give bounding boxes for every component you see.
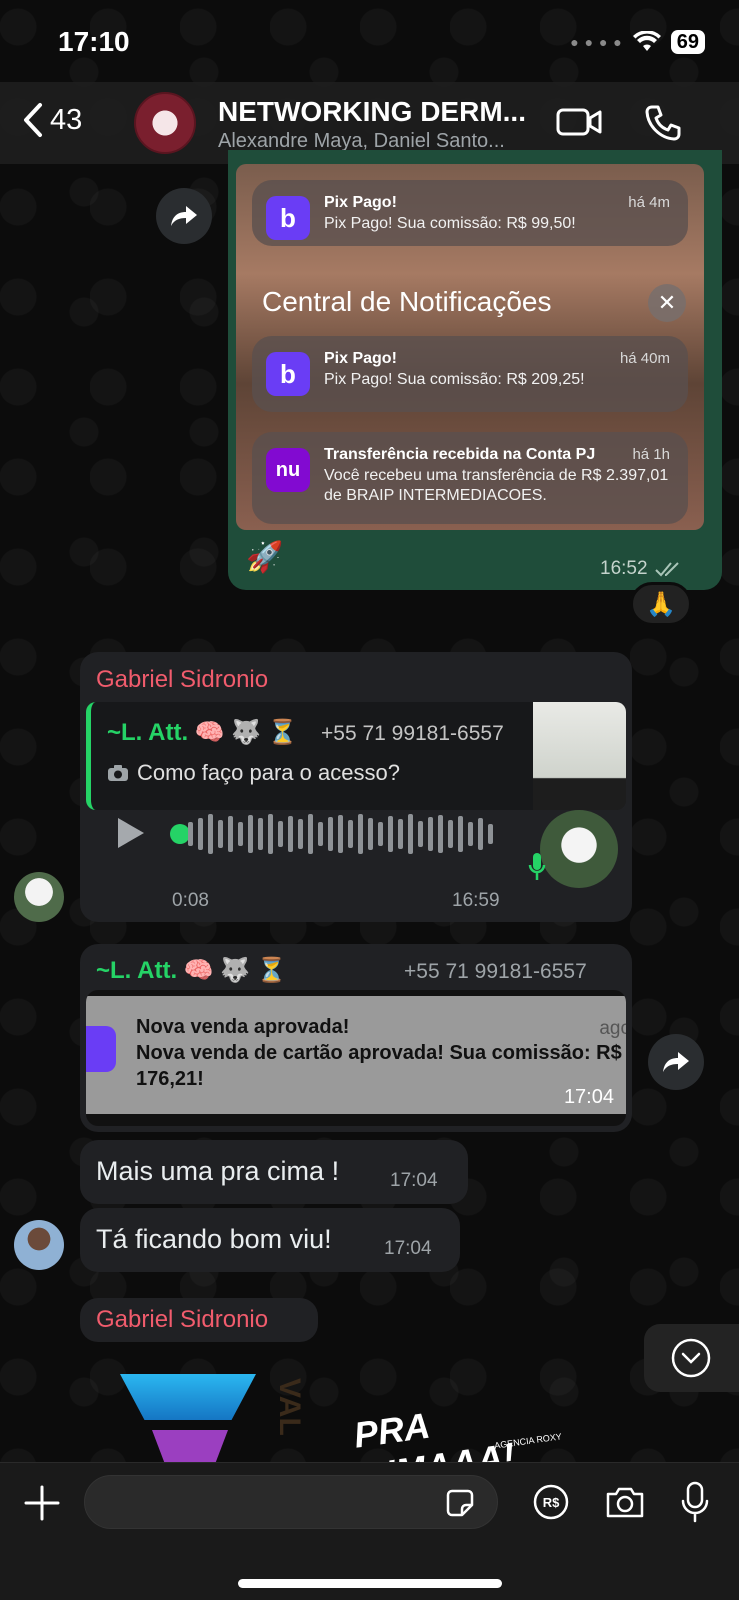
- message-input[interactable]: [84, 1475, 498, 1529]
- notification-title: Transferência recebida na Conta PJ: [324, 446, 596, 463]
- chevron-down-circle-icon: [671, 1338, 711, 1378]
- notification-body: Pix Pago! Sua comissão: R$ 99,50!: [324, 215, 576, 232]
- incoming-text-message[interactable]: Mais uma pra cima ! 17:04: [80, 1140, 468, 1204]
- sale-body: Nova venda de cartão aprovada! Sua comis…: [136, 1042, 622, 1090]
- play-icon[interactable]: [114, 816, 146, 850]
- notification-time: há 40m: [619, 350, 670, 367]
- notification-title: Pix Pago!: [324, 350, 397, 367]
- sender-label-bubble[interactable]: Gabriel Sidronio: [80, 1298, 318, 1342]
- funnel-graphic: [120, 1374, 256, 1420]
- audio-scrubber[interactable]: [170, 824, 190, 844]
- message-text: Mais uma pra cima !: [96, 1156, 340, 1186]
- status-icons: ● ● ● ● 69: [570, 30, 705, 54]
- braip-app-icon: b: [266, 352, 310, 396]
- message-time: 16:59: [452, 890, 500, 911]
- braip-app-icon: b: [266, 196, 310, 240]
- chevron-left-icon: [24, 103, 42, 137]
- camera-icon: [108, 765, 128, 781]
- share-arrow-icon: [171, 206, 197, 226]
- sale-ago: agc: [599, 1018, 626, 1039]
- unread-count: 43: [50, 103, 83, 136]
- incoming-audio-message[interactable]: Gabriel Sidronio ~L. Att. 🧠 🐺 ⏳ +55 71 9…: [80, 652, 632, 922]
- message-time: 17:04: [384, 1238, 432, 1259]
- microphone-icon: [528, 853, 546, 880]
- sender-phone: +55 71 99181-6557: [404, 960, 587, 983]
- share-arrow-icon: [663, 1052, 689, 1072]
- nubank-app-icon: nu: [266, 448, 310, 492]
- notification-body: Pix Pago! Sua comissão: R$ 209,25!: [324, 371, 585, 388]
- battery-level: 69: [670, 30, 705, 54]
- payment-icon[interactable]: R$: [532, 1483, 570, 1521]
- microphone-icon[interactable]: [680, 1481, 710, 1523]
- quote-phone: +55 71 99181-6557: [321, 722, 504, 745]
- group-title[interactable]: NETWORKING DERM...: [218, 96, 526, 128]
- cellular-signal-icon: ● ● ● ●: [570, 34, 623, 50]
- quoted-message[interactable]: ~L. Att. 🧠 🐺 ⏳ +55 71 99181-6557 Como fa…: [86, 702, 626, 810]
- back-button[interactable]: 43: [22, 102, 82, 138]
- notification-card: nu Transferência recebida na Conta PJ Vo…: [252, 432, 688, 524]
- sender-audio-avatar: [540, 810, 618, 888]
- notification-title: Pix Pago!: [324, 194, 397, 211]
- sticker-side-text: VAL: [273, 1378, 306, 1436]
- sticker-icon[interactable]: [444, 1487, 476, 1519]
- notification-time: há 1h: [632, 446, 670, 463]
- sender-avatar[interactable]: [14, 872, 64, 922]
- audio-waveform[interactable]: [188, 812, 508, 856]
- status-bar: 17:10 ● ● ● ● 69: [0, 0, 739, 88]
- svg-text:R$: R$: [543, 1495, 560, 1510]
- group-avatar[interactable]: [134, 92, 196, 154]
- sticker-text: PRA CIMAAA!: [351, 1404, 517, 1462]
- wifi-icon: [632, 31, 661, 51]
- camera-icon[interactable]: [604, 1485, 646, 1519]
- voice-call-icon[interactable]: [644, 104, 682, 142]
- notification-card: b Pix Pago! Pix Pago! Sua comissão: R$ 2…: [252, 336, 688, 412]
- sender-name[interactable]: Gabriel Sidronio: [96, 1306, 268, 1334]
- quote-body: Como faço para o acesso?: [107, 760, 400, 786]
- message-time: 17:04: [390, 1170, 438, 1191]
- double-check-icon: [654, 562, 679, 577]
- sender-name[interactable]: Gabriel Sidronio: [96, 666, 268, 694]
- sticker-message[interactable]: VAL PRA CIMAAA! AGENCIA ROXY: [116, 1368, 596, 1462]
- quote-thumbnail: [533, 702, 626, 810]
- notification-center-title: Central de Notificações: [262, 286, 552, 317]
- incoming-image-message[interactable]: ~L. Att. 🧠 🐺 ⏳ +55 71 99181-6557 Nova ve…: [80, 944, 632, 1132]
- notification-body: Você recebeu uma transferência de R$ 2.3…: [324, 467, 669, 504]
- composer-bar: R$: [0, 1462, 739, 1600]
- scroll-to-bottom-button[interactable]: [644, 1324, 739, 1392]
- funnel-graphic: [152, 1430, 228, 1462]
- sale-title: Nova venda aprovada!: [136, 1016, 350, 1038]
- close-icon: ✕: [648, 284, 686, 322]
- sale-screenshot[interactable]: Nova venda aprovada! agc Nova venda de c…: [86, 990, 626, 1126]
- home-indicator: [238, 1579, 502, 1588]
- message-time: 17:04: [563, 1086, 614, 1108]
- sale-notification: Nova venda aprovada! agc Nova venda de c…: [86, 996, 626, 1114]
- forward-button[interactable]: [648, 1034, 704, 1090]
- video-call-icon[interactable]: [556, 104, 602, 140]
- reaction-badge[interactable]: 🙏: [630, 582, 692, 626]
- plus-icon[interactable]: [24, 1485, 60, 1521]
- forward-button[interactable]: [156, 188, 212, 244]
- quote-text: Como faço para o acesso?: [137, 760, 400, 785]
- audio-duration: 0:08: [172, 890, 209, 911]
- notification-card: b Pix Pago! Pix Pago! Sua comissão: R$ 9…: [252, 180, 688, 246]
- status-time: 17:10: [58, 26, 130, 57]
- notification-screenshot[interactable]: b Pix Pago! Pix Pago! Sua comissão: R$ 9…: [236, 164, 704, 530]
- caption-emoji: 🚀: [246, 541, 284, 574]
- message-meta: 16:52: [600, 558, 682, 580]
- quote-author: ~L. Att. 🧠 🐺 ⏳: [107, 719, 298, 746]
- braip-app-icon: [86, 1026, 116, 1072]
- notification-time: há 4m: [628, 194, 670, 211]
- incoming-text-message[interactable]: Tá ficando bom viu! 17:04: [80, 1208, 460, 1272]
- message-text: Tá ficando bom viu!: [96, 1224, 332, 1254]
- quote-author[interactable]: ~L. Att. 🧠 🐺 ⏳: [96, 956, 287, 985]
- sender-avatar[interactable]: [14, 1220, 64, 1270]
- message-time: 16:52: [600, 558, 648, 579]
